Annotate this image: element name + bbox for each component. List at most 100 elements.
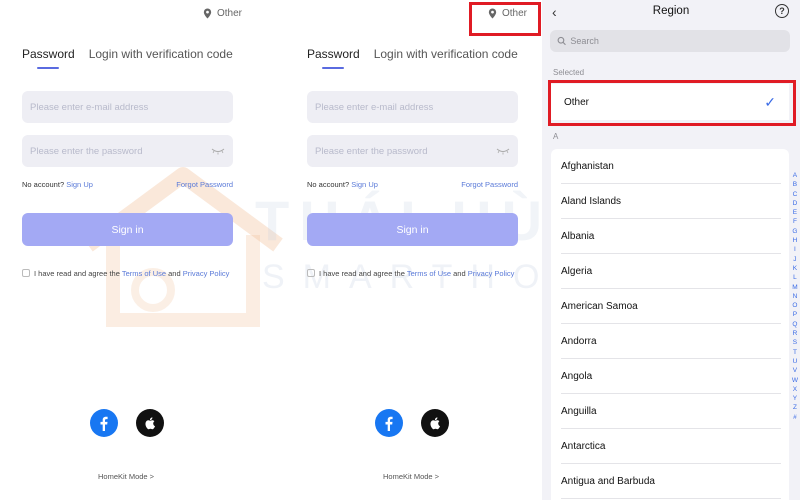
- region-selector[interactable]: Other: [202, 8, 242, 19]
- list-item-country[interactable]: Angola: [551, 359, 789, 394]
- password-field[interactable]: [22, 135, 233, 167]
- tab-verification-code[interactable]: Login with verification code: [374, 47, 518, 69]
- account-links: No account? Sign Up Forgot Password: [22, 180, 233, 189]
- agree-checkbox[interactable]: [22, 269, 30, 277]
- index-letter[interactable]: W: [792, 376, 798, 385]
- forgot-password-link[interactable]: Forgot Password: [461, 180, 518, 189]
- password-input[interactable]: [315, 145, 496, 157]
- help-icon[interactable]: ?: [775, 4, 789, 18]
- privacy-policy-link[interactable]: Privacy Policy: [183, 269, 230, 278]
- privacy-policy-link[interactable]: Privacy Policy: [468, 269, 515, 278]
- index-letter[interactable]: Q: [792, 320, 797, 329]
- terms-of-use-link[interactable]: Terms of Use: [122, 269, 166, 278]
- index-letter[interactable]: Z: [793, 403, 797, 412]
- agree-checkbox[interactable]: [307, 269, 315, 277]
- homekit-mode-link[interactable]: HomeKit Mode >: [98, 472, 154, 481]
- terms-of-use-link[interactable]: Terms of Use: [407, 269, 451, 278]
- social-login: [90, 409, 164, 437]
- country-list: Afghanistan Aland Islands Albania Algeri…: [551, 149, 789, 500]
- account-links: No account? Sign Up Forgot Password: [307, 180, 518, 189]
- facebook-login-button[interactable]: [375, 409, 403, 437]
- email-field[interactable]: [307, 91, 518, 123]
- login-tabs: Password Login with verification code: [22, 47, 233, 69]
- forgot-password-link[interactable]: Forgot Password: [176, 180, 233, 189]
- index-letter[interactable]: A: [793, 171, 797, 180]
- index-letter[interactable]: T: [793, 348, 797, 357]
- index-letter[interactable]: S: [793, 338, 797, 347]
- email-input[interactable]: [315, 101, 510, 113]
- index-letter[interactable]: #: [793, 413, 797, 422]
- password-field[interactable]: [307, 135, 518, 167]
- list-item-country[interactable]: Anguilla: [551, 394, 789, 429]
- index-letter[interactable]: X: [793, 385, 797, 394]
- apple-icon: [145, 417, 155, 430]
- search-bar[interactable]: [550, 30, 790, 52]
- highlight-region-selector: [469, 2, 541, 36]
- agreement-text: I have read and agree the Terms of Use a…: [34, 268, 229, 279]
- list-item-country[interactable]: Andorra: [551, 324, 789, 359]
- apple-login-button[interactable]: [136, 409, 164, 437]
- index-letter[interactable]: E: [793, 208, 797, 217]
- list-item-country[interactable]: Albania: [551, 219, 789, 254]
- search-input[interactable]: [570, 36, 783, 46]
- index-letter[interactable]: V: [793, 366, 797, 375]
- login-screen-1: Other Password Login with verification c…: [0, 0, 270, 500]
- tab-password[interactable]: Password: [307, 47, 360, 69]
- terms-agreement: I have read and agree the Terms of Use a…: [307, 268, 522, 279]
- region-screen: ‹ Region ? Selected Other ✓ A Afghanista…: [542, 0, 800, 500]
- index-letter[interactable]: U: [793, 357, 798, 366]
- index-letter[interactable]: H: [793, 236, 798, 245]
- eye-closed-icon[interactable]: [496, 147, 510, 155]
- facebook-login-button[interactable]: [90, 409, 118, 437]
- highlight-selected-region: [548, 80, 796, 126]
- page-title: Region: [652, 5, 690, 17]
- apple-login-button[interactable]: [421, 409, 449, 437]
- agree-prefix: I have read and agree the: [34, 269, 120, 278]
- index-letter[interactable]: F: [793, 217, 797, 226]
- screenshot-stage: THÁI HÙNG SMARTHOME Other Password Login…: [0, 0, 800, 500]
- index-letter[interactable]: P: [793, 310, 797, 319]
- location-pin-icon: [203, 8, 212, 19]
- sign-up-link[interactable]: Sign Up: [66, 180, 93, 189]
- agree-prefix: I have read and agree the: [319, 269, 405, 278]
- email-field[interactable]: [22, 91, 233, 123]
- sign-in-button[interactable]: Sign in: [307, 213, 518, 246]
- region-label: Other: [216, 8, 242, 19]
- password-input[interactable]: [30, 145, 211, 157]
- index-letter[interactable]: J: [793, 255, 796, 264]
- sign-in-button[interactable]: Sign in: [22, 213, 233, 246]
- email-input[interactable]: [30, 101, 225, 113]
- region-header: ‹ Region ?: [542, 0, 800, 26]
- index-letter[interactable]: O: [792, 301, 797, 310]
- sign-up-link[interactable]: Sign Up: [351, 180, 378, 189]
- no-account-text: No account?: [307, 180, 350, 189]
- index-letter[interactable]: I: [794, 245, 796, 254]
- index-letter[interactable]: C: [793, 190, 798, 199]
- index-letter[interactable]: Y: [793, 394, 797, 403]
- list-item-country[interactable]: American Samoa: [551, 289, 789, 324]
- alphabet-index: A B C D E F G H I J K L M N O P Q R S T …: [792, 171, 798, 422]
- index-letter[interactable]: N: [793, 292, 798, 301]
- search-icon: [557, 36, 566, 46]
- tab-verification-code[interactable]: Login with verification code: [89, 47, 233, 69]
- list-item-country[interactable]: Antarctica: [551, 429, 789, 464]
- list-item-country[interactable]: Afghanistan: [551, 149, 789, 184]
- no-account-text: No account?: [22, 180, 65, 189]
- list-item-country[interactable]: Aland Islands: [551, 184, 789, 219]
- list-item-country[interactable]: Algeria: [551, 254, 789, 289]
- index-letter[interactable]: K: [793, 264, 797, 273]
- eye-closed-icon[interactable]: [211, 147, 225, 155]
- agree-and: and: [168, 269, 181, 278]
- login-screen-2: Other Password Login with verification c…: [285, 0, 555, 500]
- index-letter[interactable]: M: [792, 283, 797, 292]
- homekit-mode-link[interactable]: HomeKit Mode >: [383, 472, 439, 481]
- index-letter[interactable]: B: [793, 180, 797, 189]
- apple-icon: [430, 417, 440, 430]
- tab-password[interactable]: Password: [22, 47, 75, 69]
- index-letter[interactable]: D: [793, 199, 798, 208]
- agreement-text: I have read and agree the Terms of Use a…: [319, 268, 514, 279]
- index-letter[interactable]: L: [793, 273, 797, 282]
- list-item-country[interactable]: Antigua and Barbuda: [551, 464, 789, 499]
- index-letter[interactable]: G: [792, 227, 797, 236]
- index-letter[interactable]: R: [793, 329, 798, 338]
